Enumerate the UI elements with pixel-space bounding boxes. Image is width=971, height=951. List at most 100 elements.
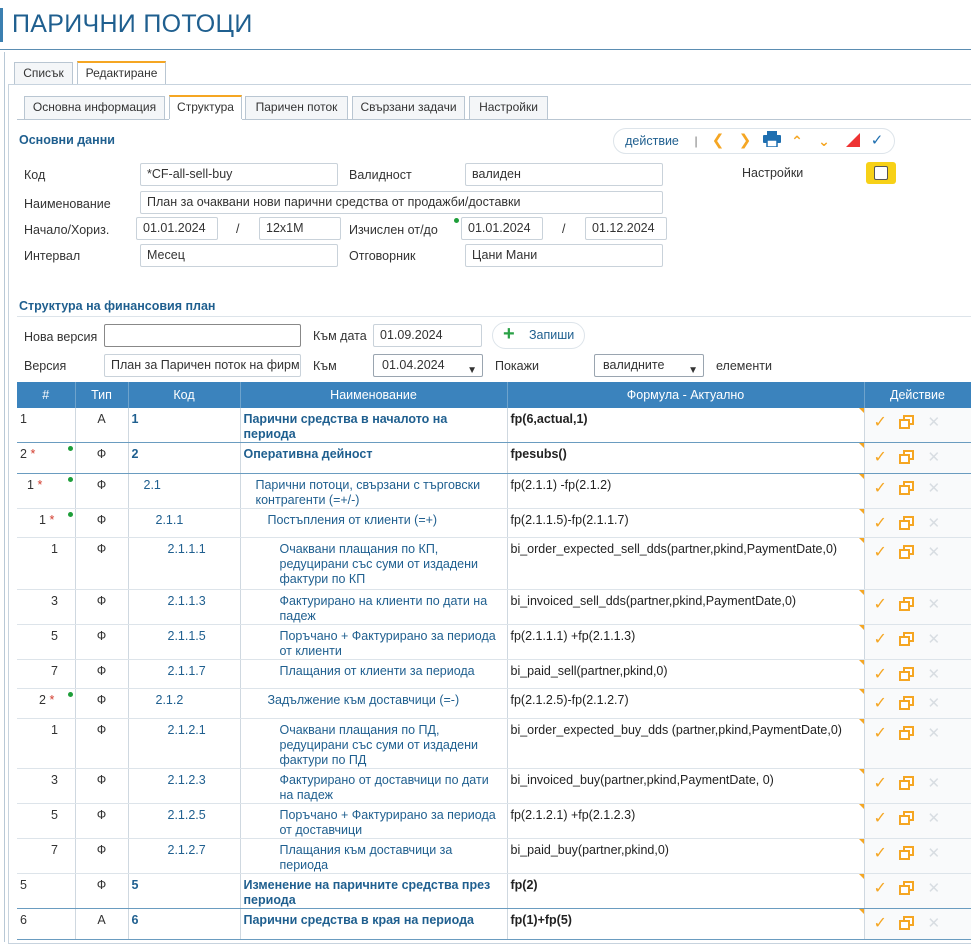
formula-cell[interactable]: bi_invoiced_sell_dds(partner,pkind,Payme… [507,589,865,625]
row-name[interactable]: Постъпления от клиенти (=+) [268,513,438,527]
table-row[interactable]: 2 * Ф 2 Оперативна дейност fpesubs() ✓ ✕ [17,442,971,474]
formula-cell[interactable]: fp(2.1.1.5)-fp(2.1.1.7) [507,508,865,538]
row-code[interactable]: 1 [132,412,139,426]
copy-icon[interactable] [898,632,914,646]
computed-to-field[interactable]: 01.12.2024 [585,217,667,240]
check-icon[interactable]: ✓ [874,726,887,742]
check-icon[interactable]: ✓ [874,481,887,497]
formula-cell[interactable]: fpesubs() [507,442,865,474]
code-cell[interactable]: 2.1.2.3 [128,768,241,804]
code-cell[interactable]: 2.1.1.7 [128,659,241,689]
copy-icon[interactable] [898,696,914,710]
copy-icon[interactable] [898,545,914,559]
close-icon[interactable]: ✕ [928,696,941,712]
code-cell[interactable]: 2.1.1 [128,508,241,538]
code-cell[interactable]: 5 [128,873,241,909]
row-name[interactable]: Очаквани плащания по ПД, редуцирани със … [280,723,478,767]
name-cell[interactable]: Фактурирано на клиенти по дати на падеж [240,589,508,625]
col-header-formula[interactable]: Формула - Актуално [507,382,865,408]
confirm-check-icon[interactable]: ✓ [868,131,886,151]
close-icon[interactable]: ✕ [928,481,941,497]
name-cell[interactable]: Парични средства в края на периода [240,908,508,940]
table-row[interactable]: 5 Ф 5 Изменение на паричните средства през… [17,873,971,909]
row-formula[interactable]: fp(2) [511,878,538,892]
col-header-num[interactable]: # [17,382,76,408]
formula-cell[interactable]: bi_order_expected_sell_dds(partner,pkind… [507,537,865,590]
copy-icon[interactable] [898,450,914,464]
col-header-type[interactable]: Тип [75,382,129,408]
row-name[interactable]: Поръчано + Фактурирано за периода от дос… [280,808,496,837]
interval-field[interactable]: Месец [140,244,338,267]
row-formula[interactable]: fp(1)+fp(5) [511,913,572,927]
row-code[interactable]: 2.1.2.1 [168,723,206,737]
table-row[interactable]: 1 * Ф 2.1.1 Постъпления от клиенти (=+) fp(2… [17,508,971,538]
formula-cell[interactable]: fp(2.1.2.5)-fp(2.1.2.7) [507,688,865,719]
code-cell[interactable]: 2.1.2.7 [128,838,241,874]
table-row[interactable]: 3 Ф 2.1.1.3 Фактурирано на клиенти по дати… [17,589,971,625]
close-icon[interactable]: ✕ [928,632,941,648]
copy-icon[interactable] [898,846,914,860]
save-button[interactable]: + Запиши [492,322,585,349]
code-cell[interactable]: 2.1.1.3 [128,589,241,625]
table-row[interactable]: 6 А 6 Парични средства в края на периода fp… [17,908,971,940]
row-name[interactable]: Плащания от клиенти за периода [280,664,475,678]
formula-cell[interactable]: bi_paid_sell(partner,pkind,0) [507,659,865,689]
table-row[interactable]: 5 Ф 2.1.2.5 Поръчано + Фактурирано за пери… [17,803,971,839]
row-formula[interactable]: bi_order_expected_sell_dds(partner,pkind… [511,542,838,556]
copy-icon[interactable] [898,667,914,681]
close-icon[interactable]: ✕ [928,516,941,532]
check-icon[interactable]: ✓ [874,696,887,712]
tab-settings[interactable]: Настройки [469,96,548,119]
code-cell[interactable]: 2.1.2.5 [128,803,241,839]
formula-cell[interactable]: bi_order_expected_buy_dds (partner,pkind… [507,718,865,769]
copy-icon[interactable] [898,881,914,895]
table-row[interactable]: 1 Ф 2.1.1.1 Очаквани плащания по КП, редуц… [17,537,971,590]
close-icon[interactable]: ✕ [928,776,941,792]
code-cell[interactable]: 1 [128,408,241,443]
row-name[interactable]: Плащания към доставчици за периода [280,843,453,872]
checkbox-box[interactable] [874,166,888,180]
name-cell[interactable]: Поръчано + Фактурирано за периода от дос… [240,803,508,839]
table-row[interactable]: 5 Ф 2.1.1.5 Поръчано + Фактурирано за пери… [17,624,971,660]
check-icon[interactable]: ✓ [874,632,887,648]
to-date-select[interactable]: 01.04.2024 ▼ [373,354,483,377]
formula-cell[interactable]: fp(1)+fp(5) [507,908,865,940]
row-formula[interactable]: bi_paid_buy(partner,pkind,0) [511,843,669,857]
settings-checkbox[interactable] [866,162,896,184]
code-cell[interactable]: 2.1.2 [128,688,241,719]
row-name[interactable]: Фактурирано на клиенти по дати на падеж [280,594,488,623]
table-row[interactable]: 7 Ф 2.1.1.7 Плащания от клиенти за периода… [17,659,971,689]
close-icon[interactable]: ✕ [928,545,941,561]
row-name[interactable]: Оперативна дейност [244,447,373,461]
name-field[interactable]: План за очаквани нови парични средства о… [140,191,663,214]
row-name[interactable]: Парични средства в края на периода [244,913,474,927]
table-row[interactable]: 1 А 1 Парични средства в началото на перио… [17,408,971,443]
chevron-right-icon[interactable]: ❯ [736,131,754,151]
tab-cash-flow[interactable]: Паричен поток [245,96,348,119]
check-icon[interactable]: ✓ [874,450,887,466]
close-icon[interactable]: ✕ [928,450,941,466]
row-formula[interactable]: fp(2.1.2.5)-fp(2.1.2.7) [511,693,629,707]
tab-related-tasks[interactable]: Свързани задачи [352,96,465,119]
tab-basic-info[interactable]: Основна информация [24,96,165,119]
close-icon[interactable]: ✕ [928,846,941,862]
col-header-code[interactable]: Код [128,382,241,408]
row-name[interactable]: Парични средства в началото на периода [244,412,448,441]
check-icon[interactable]: ✓ [874,545,887,561]
row-code[interactable]: 6 [132,913,139,927]
copy-icon[interactable] [898,516,914,530]
check-icon[interactable]: ✓ [874,776,887,792]
formula-cell[interactable]: bi_invoiced_buy(partner,pkind,PaymentDat… [507,768,865,804]
copy-icon[interactable] [898,776,914,790]
copy-icon[interactable] [898,481,914,495]
tab-structure[interactable]: Структура [169,95,242,119]
row-code[interactable]: 2.1 [144,478,161,492]
copy-icon[interactable] [898,916,914,930]
row-name[interactable]: Парични потоци, свързани с търговски кон… [256,478,481,507]
show-select[interactable]: валидните ▼ [594,354,704,377]
code-cell[interactable]: 2 [128,442,241,474]
row-formula[interactable]: bi_paid_sell(partner,pkind,0) [511,664,668,678]
row-formula[interactable]: fp(2.1.1.5)-fp(2.1.1.7) [511,513,629,527]
name-cell[interactable]: Изменение на паричните средства през пер… [240,873,508,909]
name-cell[interactable]: Задължение към доставчици (=-) [240,688,508,719]
